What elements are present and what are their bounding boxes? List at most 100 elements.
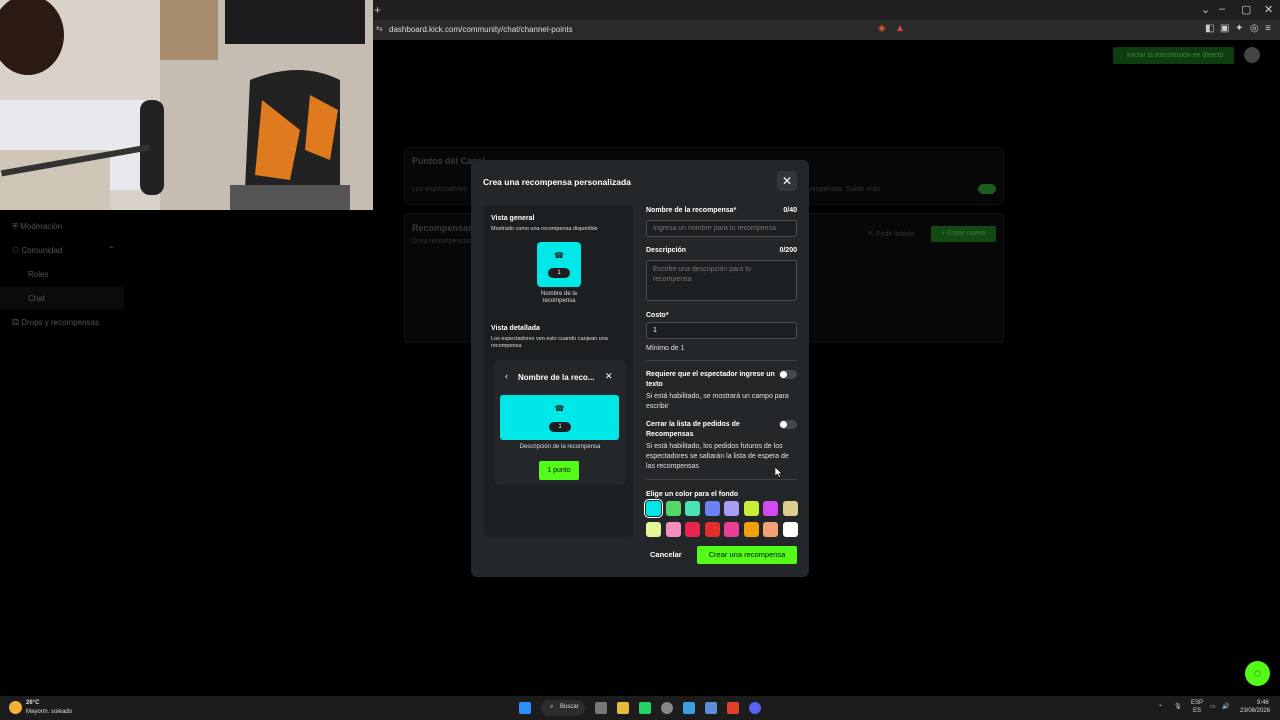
detail-title: Vista detallada (491, 325, 540, 332)
rewards-icon[interactable]: ▲ (895, 23, 905, 34)
cancel-button[interactable]: Cancelar (650, 550, 682, 559)
color-swatch[interactable] (644, 499, 663, 518)
extensions-icon[interactable]: ✦ (1235, 23, 1243, 34)
cost-help: Mínimo de 1 (646, 345, 685, 352)
url-field[interactable]: dashboard.kick.com/community/chat/channe… (389, 25, 573, 34)
overview-title: Vista general (491, 215, 535, 222)
obs-icon[interactable] (661, 702, 673, 714)
description-label: Descripción (646, 247, 687, 254)
tray-chevron-icon[interactable]: ⌃ (1158, 704, 1163, 711)
reward-icon-large: ☎ (554, 404, 565, 413)
color-swatch[interactable] (743, 501, 759, 516)
preview-panel: Vista general Mostrado como una recompen… (484, 206, 633, 537)
taskbar-search[interactable]: ⌕ Buscar (541, 700, 585, 716)
maximize-button[interactable]: ▢ (1241, 3, 1251, 16)
color-swatch[interactable] (782, 522, 798, 537)
language-secondary[interactable]: ES (1193, 708, 1201, 714)
channel-points-toggle[interactable] (978, 184, 996, 194)
color-swatch[interactable] (685, 522, 700, 537)
sidebar-item-community[interactable]: ⚇ Comunidad (12, 246, 62, 255)
microphone-icon[interactable]: 🎙 (1174, 703, 1182, 710)
color-swatch[interactable] (724, 522, 739, 537)
brave-icon[interactable] (727, 702, 739, 714)
color-swatch[interactable] (743, 522, 759, 537)
task-view-icon[interactable] (595, 702, 607, 714)
language-primary[interactable]: ESP (1191, 700, 1203, 706)
app-icon[interactable] (683, 702, 695, 714)
close-queue-toggle[interactable] (779, 420, 797, 429)
sidebar-active-highlight (0, 287, 124, 309)
reward-tile-large: ☎ 1 (500, 395, 619, 440)
start-windows-icon[interactable] (519, 702, 531, 714)
color-swatch[interactable] (763, 501, 778, 516)
detail-close-icon: ✕ (605, 371, 613, 381)
sidebar-icon[interactable]: ◧ (1205, 23, 1214, 34)
color-swatch[interactable] (665, 501, 681, 516)
site-settings-icon[interactable]: ⇆ (376, 24, 383, 33)
close-window-button[interactable]: ✕ (1264, 3, 1273, 16)
vpn-icon[interactable]: ◎ (1250, 23, 1259, 34)
color-label: Elige un color para el fondo (646, 491, 739, 498)
search-icon: ⌕ (550, 704, 554, 710)
discord-icon[interactable] (749, 702, 761, 714)
reward-name-input[interactable] (646, 220, 797, 237)
rewards-subtitle: Crea recompensas (412, 238, 472, 245)
vscode-icon[interactable] (705, 702, 717, 714)
network-icon[interactable]: ▭ (1210, 703, 1216, 710)
clock-time[interactable]: 9:46 (1257, 700, 1269, 706)
detail-description: Descripción de la recompensa (519, 444, 601, 450)
sidebar-item-drops[interactable]: ⚄ Drops y recompensas (12, 318, 99, 327)
whatsapp-icon[interactable] (639, 702, 651, 714)
require-text-toggle[interactable] (779, 370, 797, 379)
search-label: Buscar (560, 704, 579, 710)
divider (646, 360, 797, 361)
help-chat-button[interactable]: ◌ (1245, 661, 1270, 686)
reward-tile-small: ☎ 1 (537, 242, 581, 287)
color-swatch[interactable] (665, 522, 681, 537)
request-list-button[interactable]: ⇱ Pedir listado (868, 230, 914, 238)
sidebar-item-moderation[interactable]: ⛨ Moderación (12, 222, 62, 232)
color-swatch[interactable] (782, 501, 798, 516)
minimize-button[interactable]: – (1219, 3, 1225, 15)
webcam-overlay (0, 0, 373, 210)
create-new-button[interactable]: + Crear nuevo (931, 226, 996, 242)
file-explorer-icon[interactable] (617, 702, 629, 714)
windows-taskbar: 26°C Mayorm. soleado ⌕ Buscar ⌃ 🎙 ESP ES… (0, 696, 1280, 720)
detail-header: Nombre de la reco... (518, 373, 595, 382)
weather-sun-icon (9, 701, 22, 714)
webcam-feed (0, 0, 373, 210)
sidebar-item-chat[interactable]: Chat (28, 294, 45, 303)
color-swatch[interactable] (724, 501, 739, 516)
sidebar-item-roles[interactable]: Roles (28, 270, 48, 279)
brave-shield-icon[interactable]: ◈ (878, 23, 886, 34)
go-live-button[interactable]: Iniciar la transmisión en directo (1113, 47, 1234, 64)
volume-icon[interactable]: 🔊 (1222, 703, 1229, 710)
close-queue-label: Cerrar la lista de pedidos de Recompensa… (646, 421, 740, 438)
color-swatch[interactable] (685, 501, 700, 516)
create-reward-button[interactable]: Crear una recompensa (697, 546, 797, 564)
rewards-title: Recompensas (412, 223, 474, 233)
weather-desc[interactable]: Mayorm. soleado (26, 709, 72, 715)
overview-subtitle: Mostrado como una recompensa disponible (491, 226, 598, 232)
color-swatch[interactable] (704, 522, 720, 537)
cost-input[interactable] (646, 322, 797, 339)
new-tab-button[interactable]: + (374, 3, 381, 17)
name-label: Nombre de la recompensa* (646, 207, 737, 214)
wallet-icon[interactable]: ▣ (1220, 23, 1229, 34)
color-picker (644, 499, 801, 539)
menu-icon[interactable]: ≡ (1265, 23, 1271, 34)
back-chevron-icon: ‹ (505, 371, 508, 381)
color-swatch[interactable] (704, 501, 720, 516)
clock-date[interactable]: 23/08/2026 (1240, 708, 1270, 714)
color-swatch[interactable] (646, 522, 661, 537)
create-reward-modal: Crea una recompensa personalizada ✕ Vist… (471, 160, 809, 577)
modal-title: Crea una recompensa personalizada (483, 177, 631, 187)
color-swatch[interactable] (763, 522, 778, 537)
tab-list-icon[interactable]: ⌄ (1201, 3, 1210, 16)
description-textarea[interactable] (646, 260, 797, 301)
avatar[interactable] (1244, 47, 1260, 63)
chevron-up-icon[interactable]: ⌃ (108, 245, 115, 254)
weather-temp[interactable]: 26°C (26, 700, 39, 706)
close-icon[interactable]: ✕ (777, 171, 797, 191)
reward-icon: ☎ (554, 251, 564, 260)
